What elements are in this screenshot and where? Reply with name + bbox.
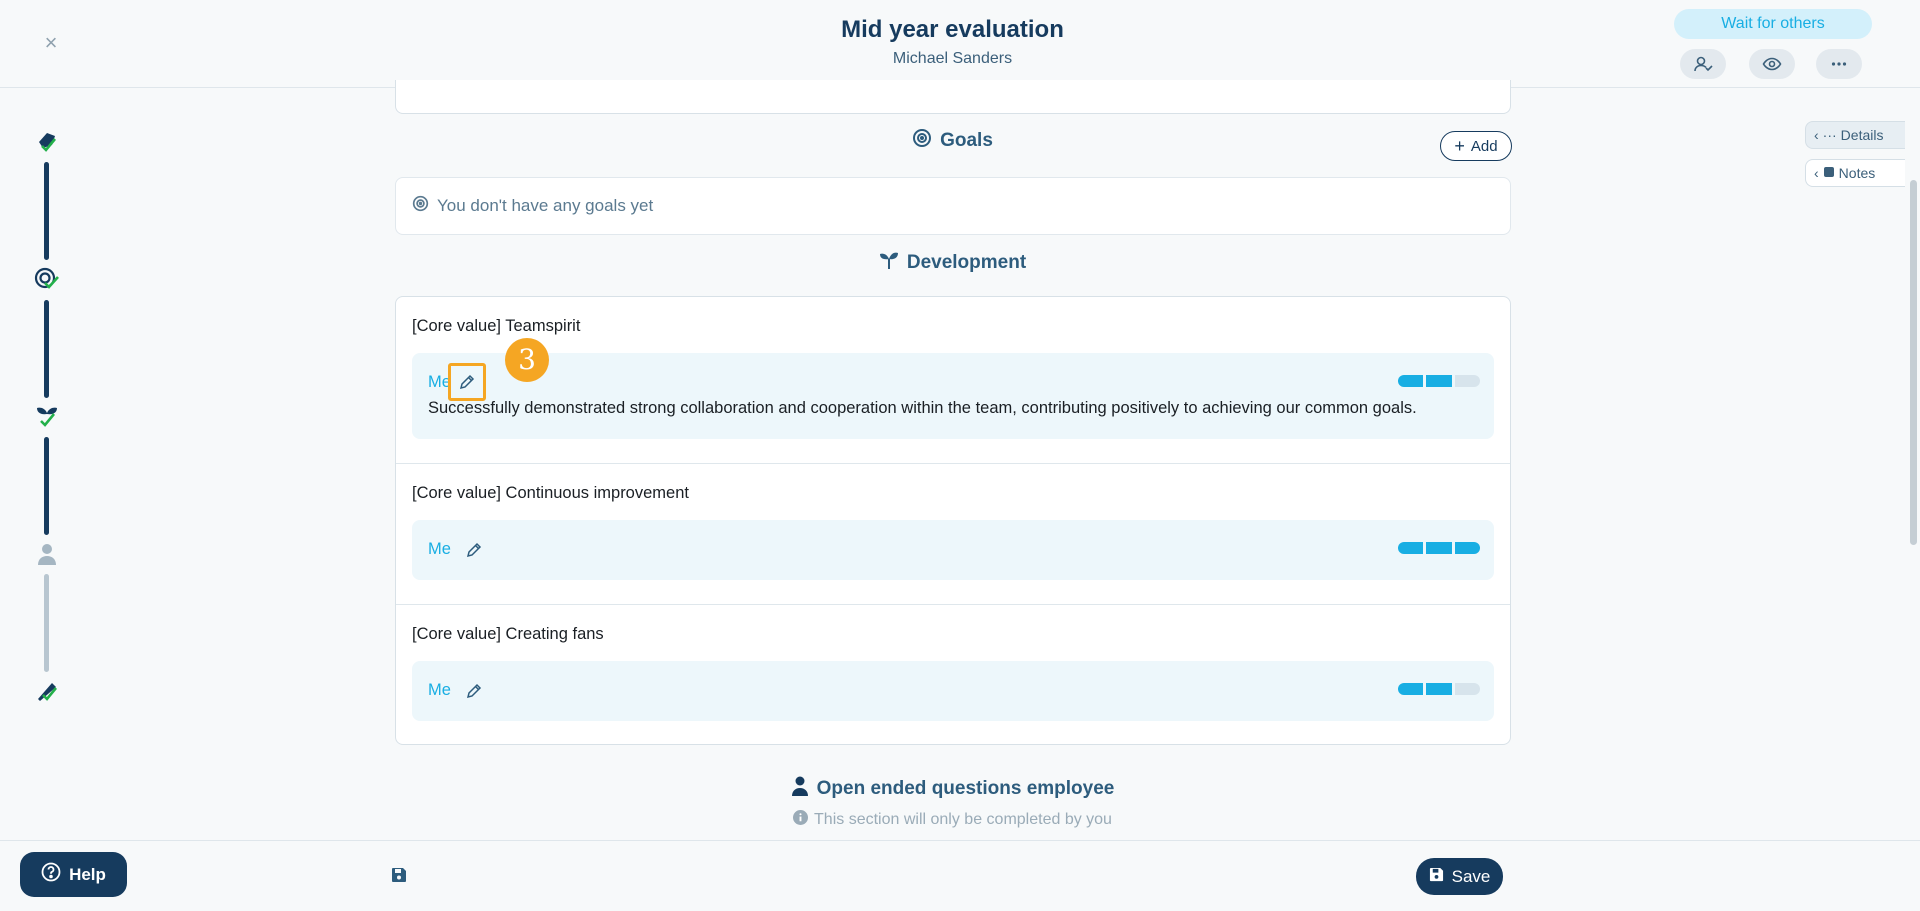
step-development-icon[interactable] xyxy=(33,403,61,431)
rating-segment xyxy=(1454,683,1480,695)
page-subtitle: Michael Sanders xyxy=(892,50,1013,67)
assessor-label: Me xyxy=(428,681,451,699)
development-item-title: [Core value] Continuous improvement xyxy=(412,484,689,502)
floppy-disk-icon[interactable] xyxy=(391,867,411,887)
info-icon xyxy=(793,810,809,830)
add-goal-button[interactable]: + Add xyxy=(1440,131,1512,161)
open-questions-title: Open ended questions employee xyxy=(816,778,1115,799)
development-section-title: Development xyxy=(0,250,1905,276)
progress-stepper xyxy=(30,128,64,708)
rating-segment xyxy=(1454,375,1480,387)
goals-title: Goals xyxy=(940,130,993,151)
rating-segment xyxy=(1454,542,1480,554)
goals-section-title: Goals xyxy=(0,128,1905,154)
previous-section-card xyxy=(395,80,1511,114)
target-icon xyxy=(412,195,429,217)
assessor-label: Me xyxy=(428,540,451,558)
page-title: Mid year evaluation xyxy=(841,16,1064,43)
development-title: Development xyxy=(906,252,1027,273)
title-block: Mid year evaluation Michael Sanders xyxy=(0,16,1905,68)
development-item-title: [Core value] Teamspirit xyxy=(412,317,581,335)
step-connector xyxy=(44,162,49,260)
step-connector xyxy=(44,574,49,672)
development-item: [Core value] Creating fans Me xyxy=(396,604,1510,744)
chevron-left-icon: ‹ xyxy=(1814,165,1819,181)
step-connector xyxy=(44,300,49,398)
note-icon xyxy=(1823,165,1835,181)
self-assessment-box: Me Successfully demonstrated strong coll… xyxy=(412,353,1494,439)
target-icon xyxy=(912,128,932,154)
rating-bar xyxy=(1398,542,1480,554)
rating-segment xyxy=(1426,683,1452,695)
add-goal-label: Add xyxy=(1470,137,1498,155)
floppy-disk-icon xyxy=(1429,867,1444,887)
development-item-title: [Core value] Creating fans xyxy=(412,625,604,643)
open-questions-note: This section will only be completed by y… xyxy=(814,811,1112,828)
rating-segment xyxy=(1426,375,1452,387)
more-icon[interactable] xyxy=(1816,49,1862,79)
empty-goals-text: You don't have any goals yet xyxy=(437,196,654,215)
rating-segment xyxy=(1398,683,1424,695)
help-label: Help xyxy=(69,864,106,884)
assessment-comment: Successfully demonstrated strong collabo… xyxy=(428,399,1417,417)
save-button[interactable]: Save xyxy=(1416,858,1503,895)
save-label: Save xyxy=(1451,866,1491,886)
user-check-icon[interactable] xyxy=(1680,49,1726,79)
header: × Mid year evaluation Michael Sanders Wa… xyxy=(0,0,1920,88)
self-assessment-box: Me xyxy=(412,520,1494,580)
open-questions-title-row: Open ended questions employee xyxy=(0,776,1905,802)
scrollbar-thumb[interactable] xyxy=(1910,180,1917,545)
help-button[interactable]: Help xyxy=(20,852,127,897)
notes-tab[interactable]: ‹ Notes xyxy=(1805,159,1905,187)
sprout-icon xyxy=(879,250,899,276)
development-item: [Core value] Continuous improvement Me xyxy=(396,463,1510,604)
eye-icon[interactable] xyxy=(1749,49,1795,79)
rating-segment xyxy=(1426,542,1452,554)
rating-bar xyxy=(1398,683,1480,695)
step-finish-icon[interactable] xyxy=(33,677,61,705)
question-circle-icon xyxy=(41,862,61,887)
rating-segment xyxy=(1398,375,1424,387)
self-assessment-box: Me xyxy=(412,661,1494,721)
open-questions-note-row: This section will only be completed by y… xyxy=(0,810,1905,830)
development-item: [Core value] Teamspirit Me Successfully … xyxy=(396,297,1510,463)
edit-pencil-icon[interactable] xyxy=(448,363,486,401)
scrollbar[interactable] xyxy=(1907,88,1920,841)
step-number-badge: 3 xyxy=(505,338,549,382)
rating-segment xyxy=(1398,542,1424,554)
step-employee-icon[interactable] xyxy=(33,540,61,568)
step-connector xyxy=(44,437,49,535)
footer: Help Save xyxy=(0,840,1920,911)
edit-pencil-icon[interactable] xyxy=(462,679,486,703)
notes-tab-label: Notes xyxy=(1838,165,1876,181)
development-card: [Core value] Teamspirit Me Successfully … xyxy=(395,296,1511,745)
person-icon xyxy=(791,776,809,802)
plus-icon: + xyxy=(1454,135,1465,156)
empty-goals-message: You don't have any goals yet xyxy=(395,177,1511,235)
wait-for-others-button[interactable]: Wait for others xyxy=(1674,9,1872,39)
rating-bar xyxy=(1398,375,1480,387)
edit-pencil-icon[interactable] xyxy=(462,538,486,562)
